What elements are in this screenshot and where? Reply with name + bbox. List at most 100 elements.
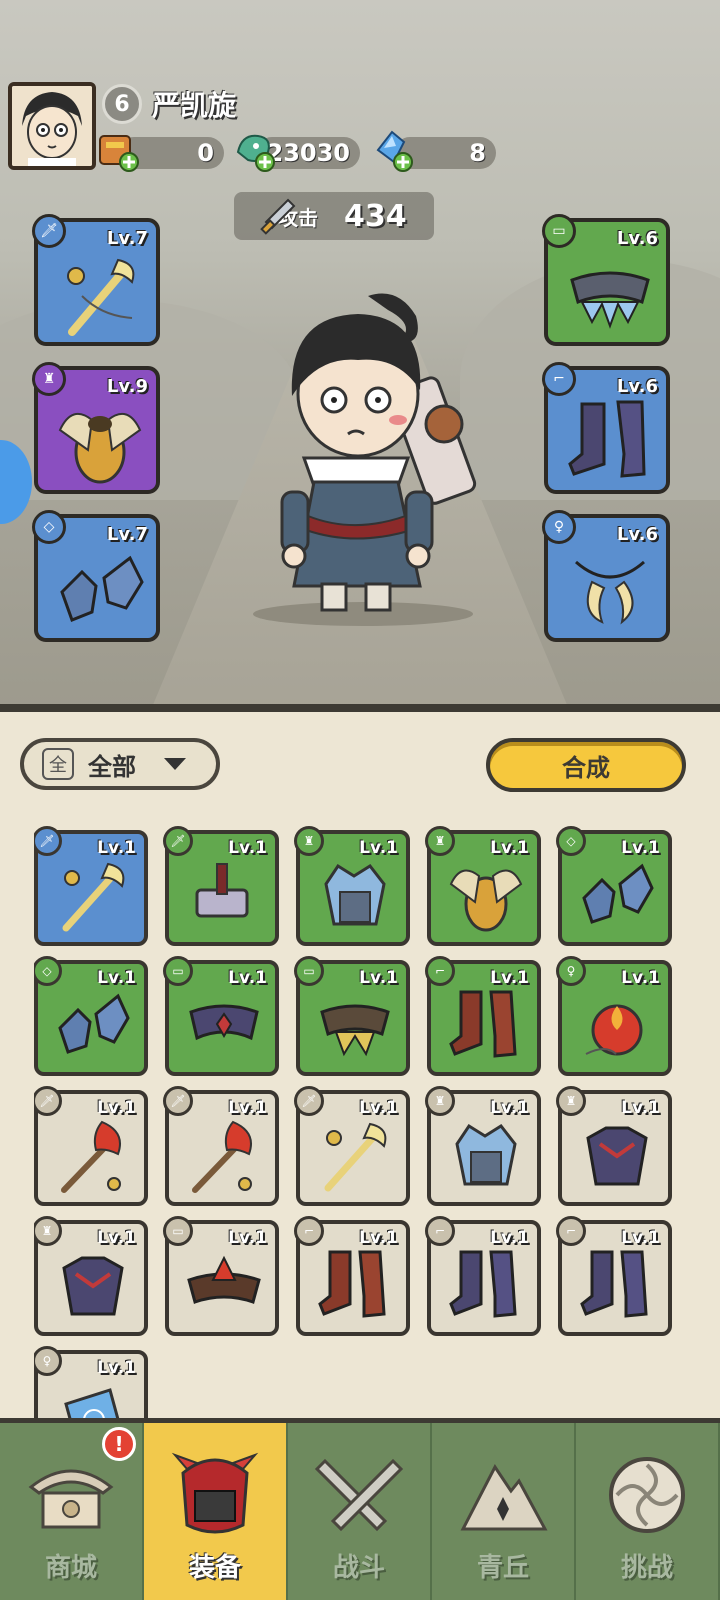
flame-staff-icon [61,1120,121,1193]
nav-label: 商城 [44,1553,97,1583]
armor-icon: ♜ [34,1216,62,1246]
golden-staff-icon [67,258,135,336]
equipped-boots-slot[interactable]: ⌐ Lv.6 [542,362,670,494]
inventory-item[interactable]: ♜ Lv.1 [34,1216,148,1336]
weapon-icon: 🗡 [32,214,66,248]
inventory-item[interactable]: ⌐ Lv.1 [294,1216,410,1336]
sword-icon [260,198,296,235]
equipped-belt-slot[interactable]: ▭ Lv.6 [542,214,670,346]
equipped-armor-slot[interactable]: ♜ Lv.9 [32,362,160,494]
dark-boots-icon [568,400,646,478]
challenge-orb-icon [609,1457,685,1533]
inventory-item[interactable]: 🗡 Lv.1 [163,826,279,946]
inventory-item[interactable]: ⌐ Lv.1 [425,956,541,1076]
accessory-icon: ♀ [542,510,576,544]
equipped-bracer-slot[interactable]: ◇ Lv.7 [32,510,160,642]
boots-icon: ⌐ [294,1216,324,1246]
scroll-coin-icon[interactable] [96,128,142,174]
gold-armor-icon [449,869,523,932]
inventory-item[interactable]: 🗡 Lv.1 [34,1086,148,1206]
inventory-item[interactable]: ▭ Lv.1 [163,1216,279,1336]
inventory-item[interactable]: ▭ Lv.1 [163,956,279,1076]
belt-icon: ▭ [163,956,193,986]
crossed-swords-icon [314,1458,404,1532]
notification-badge: ! [102,1427,136,1461]
inventory-item[interactable]: ◇ Lv.1 [556,826,672,946]
ice-belt-icon [570,271,650,329]
ice-bracer-icon [60,555,144,622]
inventory-item[interactable]: 🗡 Lv.1 [34,826,148,946]
hero-character[interactable] [248,286,478,626]
dark-boots-icon [449,1250,517,1318]
nav-label: 青丘 [476,1553,529,1583]
belt-icon: ▭ [163,1216,193,1246]
dark-armor-icon [62,1256,124,1316]
dark-belt-icon [189,1004,259,1041]
golden-staff-icon [62,862,125,932]
armor-icon: ♜ [425,826,455,856]
weapon-icon: 🗡 [163,826,193,856]
gold-belt-icon [320,1004,390,1057]
nav-label: 挑战 [620,1553,673,1583]
inventory-item[interactable]: ⌐ Lv.1 [556,1216,672,1336]
nav-tab-challenge[interactable]: 挑战 [576,1423,720,1600]
inventory-item[interactable]: 🗡 Lv.1 [294,1086,410,1206]
inventory-item[interactable]: ♜ Lv.1 [556,1086,672,1206]
equipped-accessory-slot[interactable]: ♀ Lv.6 [542,510,670,642]
dark-boots-icon [580,1250,648,1318]
blue-pouch-icon [64,1388,120,1418]
nav-tab-equipment[interactable]: 装备 [144,1423,288,1600]
resource-jade-value: 23030 [266,139,351,167]
boots-icon: ⌐ [425,1216,455,1246]
inventory-item[interactable]: ♀ Lv.1 [556,956,672,1076]
inventory-item[interactable]: 🗡 Lv.1 [163,1086,279,1206]
ice-bracer-icon [58,993,130,1054]
accessory-icon: ♀ [34,1346,62,1376]
blue-crystal-icon[interactable] [370,128,416,174]
attack-value: 434 [344,198,407,234]
ice-armor-icon [324,863,386,926]
bracer-icon: ◇ [32,510,66,544]
resource-coin-value: 0 [197,139,214,167]
boots-icon: ⌐ [425,956,455,986]
gold-armor-icon [58,412,142,484]
fang-necklace-icon [575,560,645,625]
inventory-item[interactable]: ◇ Lv.1 [34,956,148,1076]
equipment-icon [171,1452,259,1534]
inventory-grid: 🗡 Lv.1 🗡 Lv.1 ♜ Lv.1 ♜ Lv.1 ◇ Lv.1 ◇ Lv.1 ▭ Lv.1 ▭ Lv.1… [34,826,694,1418]
nav-tab-battle[interactable]: 战斗 [288,1423,432,1600]
filter-label: 全部 [88,752,136,781]
player-level-badge: 6 [102,84,142,124]
player-avatar[interactable] [8,82,96,170]
shop-icon [28,1469,114,1529]
ice-armor-icon [455,1123,517,1186]
filter-category-icon: 全 [42,748,74,780]
weapon-icon: 🗡 [294,1086,324,1116]
inventory-item[interactable]: ▭ Lv.1 [294,956,410,1076]
bottom-navigation: ! 商城 装备 战斗 青丘 挑战 [0,1418,720,1600]
flame-belt-icon [187,1255,261,1304]
armor-icon: ♜ [294,826,324,856]
belt-icon: ▭ [542,214,576,248]
nav-tab-qingqiu[interactable]: 青丘 [432,1423,576,1600]
red-boots-icon [449,990,517,1058]
nav-tab-shop[interactable]: ! 商城 [0,1423,144,1600]
inventory-item[interactable]: ♜ Lv.1 [425,1086,541,1206]
inventory-item[interactable]: ⌐ Lv.1 [425,1216,541,1336]
hammer-icon [195,863,249,918]
inventory-item[interactable]: ♜ Lv.1 [425,826,541,946]
armor-icon: ♜ [425,1086,455,1116]
inventory-item[interactable]: ♀ Lv.1 [34,1346,148,1418]
weapon-icon: 🗡 [34,1086,62,1116]
inventory-item[interactable]: ♜ Lv.1 [294,826,410,946]
player-name: 严凯旋 [152,89,237,122]
category-filter-dropdown[interactable]: 全 全部 [20,738,220,790]
jade-dragon-icon[interactable] [232,128,278,174]
merge-button[interactable]: 合成 [486,738,686,792]
armor-icon: ♜ [556,1086,586,1116]
scene-divider [0,704,720,712]
golden-staff-icon [324,1122,387,1192]
ice-bracer-icon [582,863,654,924]
armor-icon: ♜ [32,362,66,396]
equipped-weapon-slot[interactable]: 🗡 Lv.7 [32,214,160,346]
